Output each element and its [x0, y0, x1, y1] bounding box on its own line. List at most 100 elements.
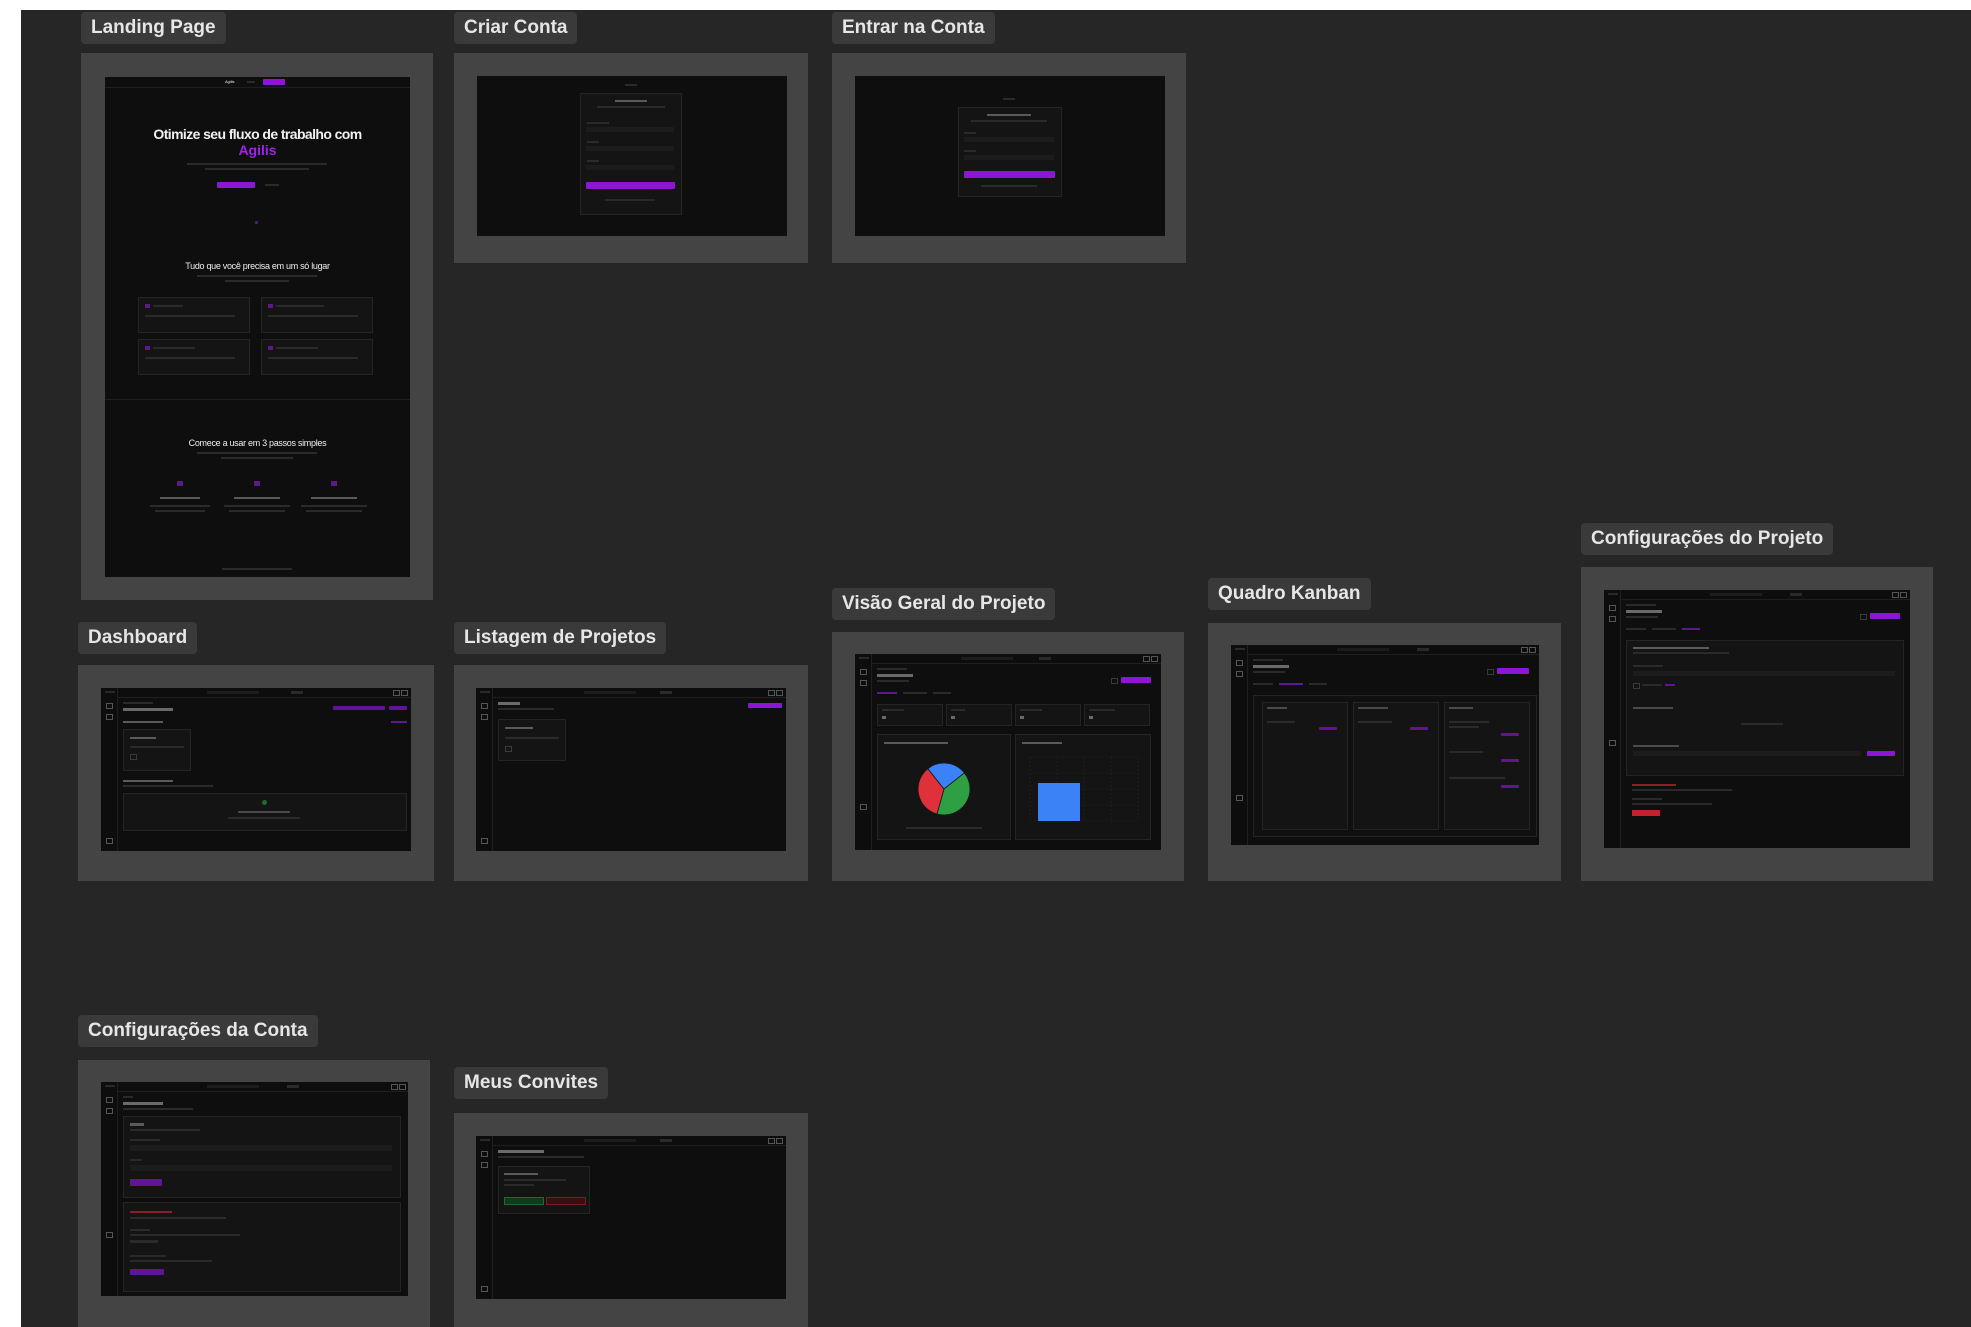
create-project-button[interactable] [748, 703, 782, 708]
dashboard-new-project-button[interactable] [389, 706, 407, 710]
sidebar-home-icon[interactable] [1236, 660, 1243, 666]
user-avatar-icon[interactable] [401, 690, 408, 696]
kanban-move-button[interactable] [1501, 785, 1519, 788]
accept-invite-button[interactable] [504, 1197, 544, 1205]
sidebar-projects-icon[interactable] [106, 714, 113, 720]
tab-settings[interactable] [933, 692, 951, 694]
export-data-button[interactable] [130, 1240, 158, 1243]
sidebar-projects-icon[interactable] [860, 680, 867, 686]
login-email-input[interactable] [964, 137, 1054, 142]
tab-kanban[interactable] [1652, 628, 1676, 630]
invite-email-input[interactable] [1633, 751, 1861, 756]
save-profile-button[interactable] [130, 1179, 162, 1186]
gear-icon[interactable] [1860, 614, 1867, 620]
sidebar-settings-icon[interactable] [106, 838, 113, 844]
sidebar-projects-icon[interactable] [481, 714, 488, 720]
sidebar-home-icon[interactable] [1609, 605, 1616, 611]
frame-project-settings[interactable] [1581, 567, 1933, 881]
kanban-move-button[interactable] [1319, 727, 1337, 730]
user-avatar-icon[interactable] [776, 1138, 783, 1144]
project-settings-breadcrumb[interactable] [1626, 604, 1656, 606]
projects-search-input[interactable] [584, 691, 636, 694]
overview-new-task-button[interactable] [1121, 677, 1151, 683]
overview-search-input[interactable] [961, 657, 1013, 660]
sidebar-settings-icon[interactable] [481, 1286, 488, 1292]
kanban-search-input[interactable] [1337, 648, 1389, 651]
frame-login[interactable] [832, 53, 1186, 263]
sidebar-settings-icon[interactable] [860, 804, 867, 810]
frame-invites[interactable] [454, 1113, 808, 1327]
gear-icon[interactable] [1487, 669, 1494, 675]
signup-password-input[interactable] [586, 165, 674, 170]
sidebar-projects-icon[interactable] [106, 1108, 113, 1114]
user-avatar-icon[interactable] [1151, 656, 1158, 662]
user-avatar-icon[interactable] [399, 1084, 406, 1090]
kanban-move-button[interactable] [1501, 733, 1519, 736]
signup-login-link[interactable] [605, 199, 655, 201]
sidebar-home-icon[interactable] [106, 703, 113, 709]
landing-nav-link[interactable] [247, 81, 255, 83]
sidebar-projects-icon[interactable] [481, 1162, 488, 1168]
invites-search-input[interactable] [584, 1139, 636, 1142]
landing-nav-cta-button[interactable] [263, 79, 285, 85]
frame-signup[interactable] [454, 53, 808, 263]
tab-overview[interactable] [1253, 683, 1273, 685]
bell-icon[interactable] [768, 690, 775, 696]
login-submit-button[interactable] [964, 171, 1055, 178]
signup-email-input[interactable] [586, 146, 674, 151]
sidebar-home-icon[interactable] [106, 1097, 113, 1103]
sidebar-home-icon[interactable] [481, 703, 488, 709]
bell-icon[interactable] [391, 1084, 398, 1090]
delete-account-button[interactable] [130, 1269, 164, 1275]
signup-name-input[interactable] [586, 127, 674, 132]
frame-account-settings[interactable] [78, 1060, 430, 1327]
bell-icon[interactable] [1521, 647, 1528, 653]
hero-secondary-button[interactable] [265, 184, 279, 186]
bell-icon[interactable] [1892, 592, 1899, 598]
project-card[interactable] [498, 719, 566, 761]
dashboard-join-project-button[interactable] [333, 706, 385, 710]
user-avatar-icon[interactable] [776, 690, 783, 696]
dashboard-search-input[interactable] [207, 691, 259, 694]
kanban-move-button[interactable] [1410, 727, 1428, 730]
user-avatar-icon[interactable] [1529, 647, 1536, 653]
kanban-new-task-button[interactable] [1497, 668, 1529, 674]
sidebar-home-icon[interactable] [860, 669, 867, 675]
tab-settings[interactable] [1309, 683, 1327, 685]
sidebar-home-icon[interactable] [481, 1151, 488, 1157]
tab-settings[interactable] [1682, 628, 1700, 630]
tab-overview[interactable] [877, 692, 897, 694]
decline-invite-button[interactable] [546, 1197, 586, 1205]
frame-dashboard[interactable] [78, 665, 434, 881]
login-signup-link[interactable] [981, 185, 1037, 187]
gear-icon[interactable] [1111, 678, 1118, 684]
signup-submit-button[interactable] [586, 182, 675, 189]
sidebar-settings-icon[interactable] [481, 838, 488, 844]
kanban-breadcrumb[interactable] [1253, 659, 1283, 661]
frame-landing[interactable]: Agilis Otimize seu fluxo de trabalho com… [81, 53, 433, 600]
view-all-link[interactable] [391, 721, 407, 723]
bell-icon[interactable] [393, 690, 400, 696]
user-avatar-icon[interactable] [1900, 592, 1907, 598]
profile-email-input[interactable] [130, 1165, 392, 1171]
hero-primary-button[interactable] [217, 182, 255, 188]
sidebar-settings-icon[interactable] [1609, 740, 1616, 746]
tab-kanban[interactable] [1279, 683, 1303, 685]
project-card[interactable] [123, 729, 191, 771]
delete-project-button[interactable] [1632, 810, 1660, 816]
project-settings-search-input[interactable] [1710, 593, 1762, 596]
sidebar-settings-icon[interactable] [1236, 795, 1243, 801]
sidebar-projects-icon[interactable] [1609, 616, 1616, 622]
bell-icon[interactable] [1143, 656, 1150, 662]
frame-projects[interactable] [454, 665, 808, 881]
member-search-input[interactable] [1633, 671, 1895, 676]
profile-name-input[interactable] [130, 1145, 392, 1151]
overview-breadcrumb[interactable] [877, 668, 907, 670]
tab-kanban[interactable] [903, 692, 927, 694]
bell-icon[interactable] [768, 1138, 775, 1144]
account-settings-search-input[interactable] [207, 1085, 259, 1088]
account-breadcrumb[interactable] [123, 1096, 133, 1098]
sidebar-projects-icon[interactable] [1236, 671, 1243, 677]
frame-overview[interactable] [832, 632, 1184, 881]
login-password-input[interactable] [964, 155, 1054, 160]
